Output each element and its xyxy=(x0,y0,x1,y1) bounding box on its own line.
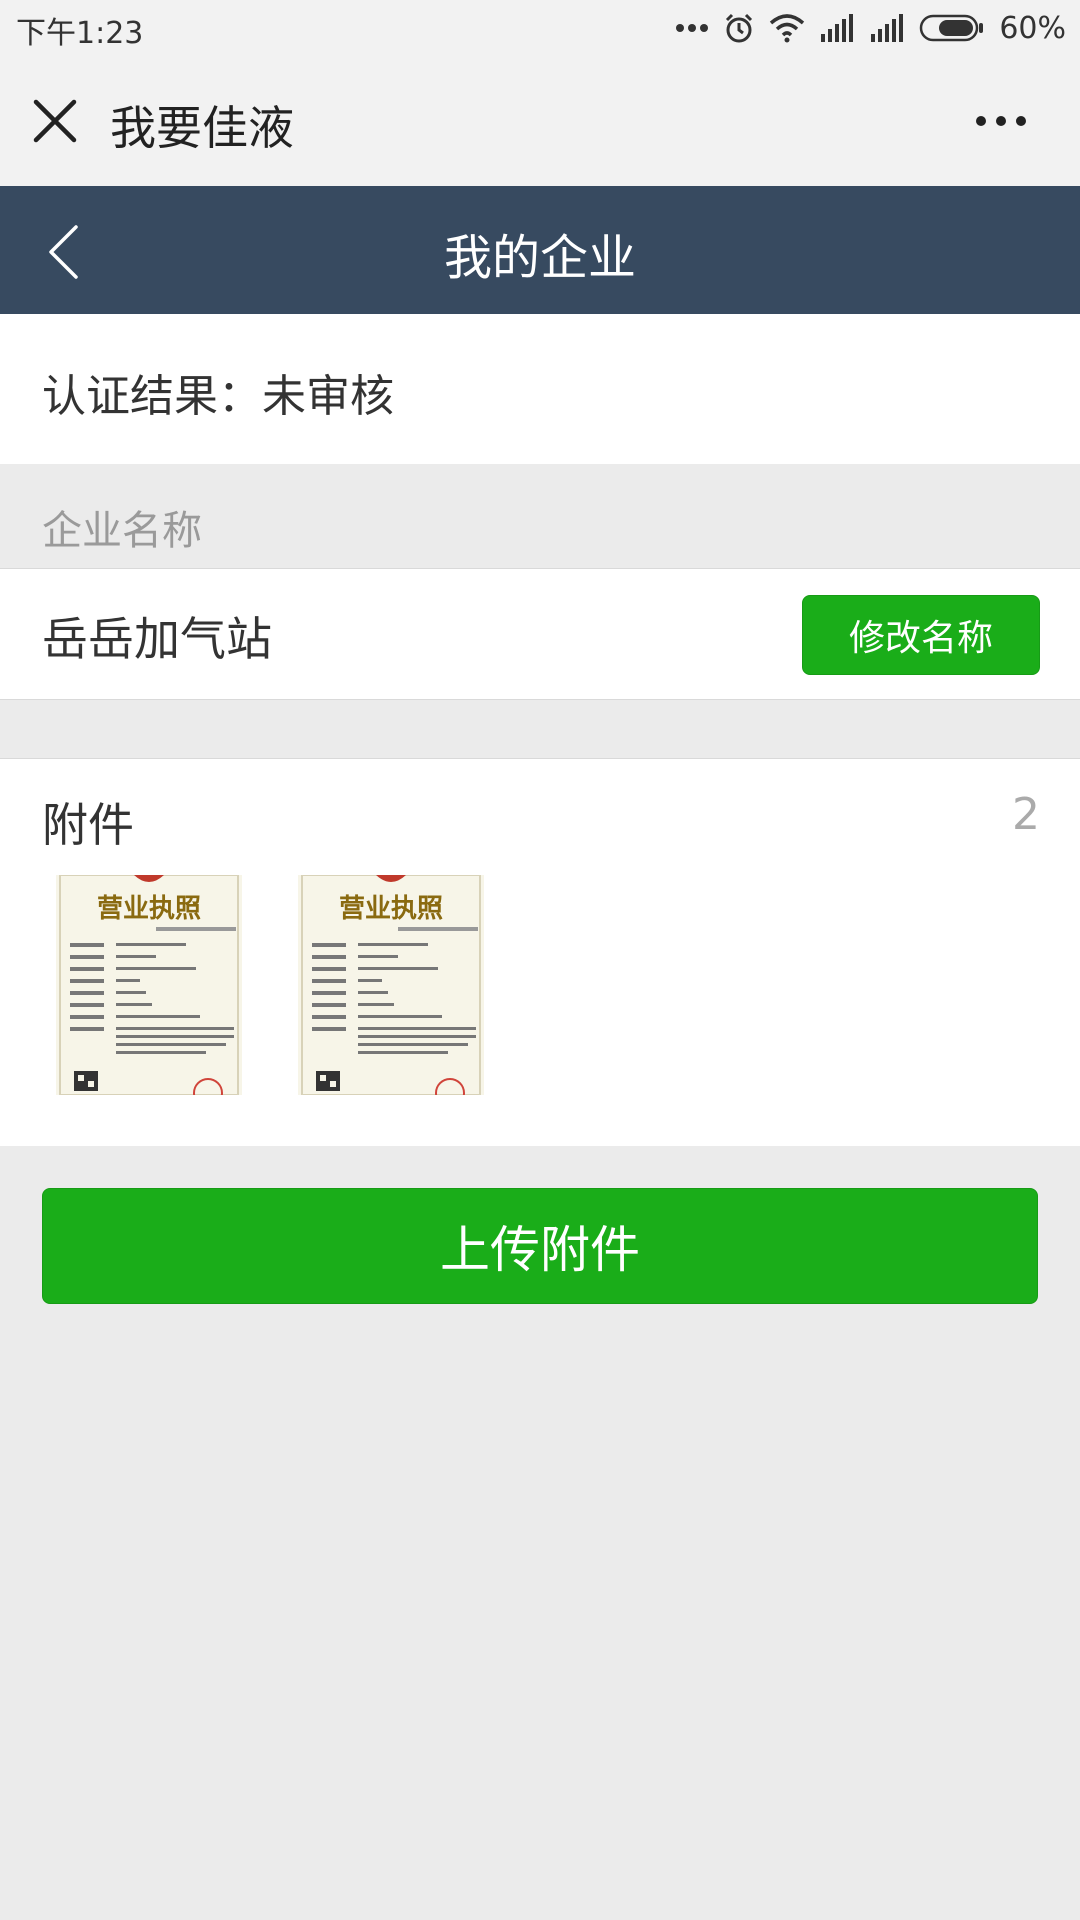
wechat-title-bar: 我要佳液 xyxy=(0,56,1080,186)
certification-status: 认证结果：未审核 xyxy=(42,371,394,422)
more-dots-icon xyxy=(676,24,709,32)
status-time: 下午1:23 xyxy=(16,16,144,51)
page-header: 我的企业 xyxy=(0,186,1080,314)
company-name-row: 岳岳加气站 修改名称 xyxy=(0,568,1080,700)
business-license-image: 营业执照 xyxy=(298,875,484,1095)
attachments-count: 2 xyxy=(1012,789,1040,840)
status-icons: 60% xyxy=(675,8,1066,48)
battery-icon xyxy=(920,14,984,42)
business-license-image: 营业执照 xyxy=(56,875,242,1095)
license-title: 营业执照 xyxy=(97,894,201,924)
signal-icon xyxy=(871,14,904,42)
company-name-label: 企业名称 xyxy=(42,508,202,554)
attachment-thumbnail[interactable]: 营业执照 xyxy=(298,875,484,1095)
wechat-page-title: 我要佳液 xyxy=(110,101,294,155)
close-icon[interactable] xyxy=(32,98,78,144)
battery-level: 60% xyxy=(999,10,1066,46)
signal-icon xyxy=(821,14,854,42)
upload-attachment-button[interactable]: 上传附件 xyxy=(42,1188,1038,1304)
alarm-icon xyxy=(726,13,753,43)
attachments-section: 附件 2 营业执照 营业执照 xyxy=(0,758,1080,1146)
status-bar: 下午1:23 60% xyxy=(0,0,1080,56)
attachment-thumbnail[interactable]: 营业执照 xyxy=(56,875,242,1095)
wifi-icon xyxy=(770,14,805,43)
more-icon[interactable] xyxy=(974,114,1028,128)
certification-row: 认证结果：未审核 xyxy=(0,314,1080,464)
rename-button[interactable]: 修改名称 xyxy=(802,595,1040,675)
license-title: 营业执照 xyxy=(339,894,443,924)
company-name: 岳岳加气站 xyxy=(42,612,272,666)
page-title: 我的企业 xyxy=(443,230,636,286)
attachments-title: 附件 xyxy=(42,798,134,852)
